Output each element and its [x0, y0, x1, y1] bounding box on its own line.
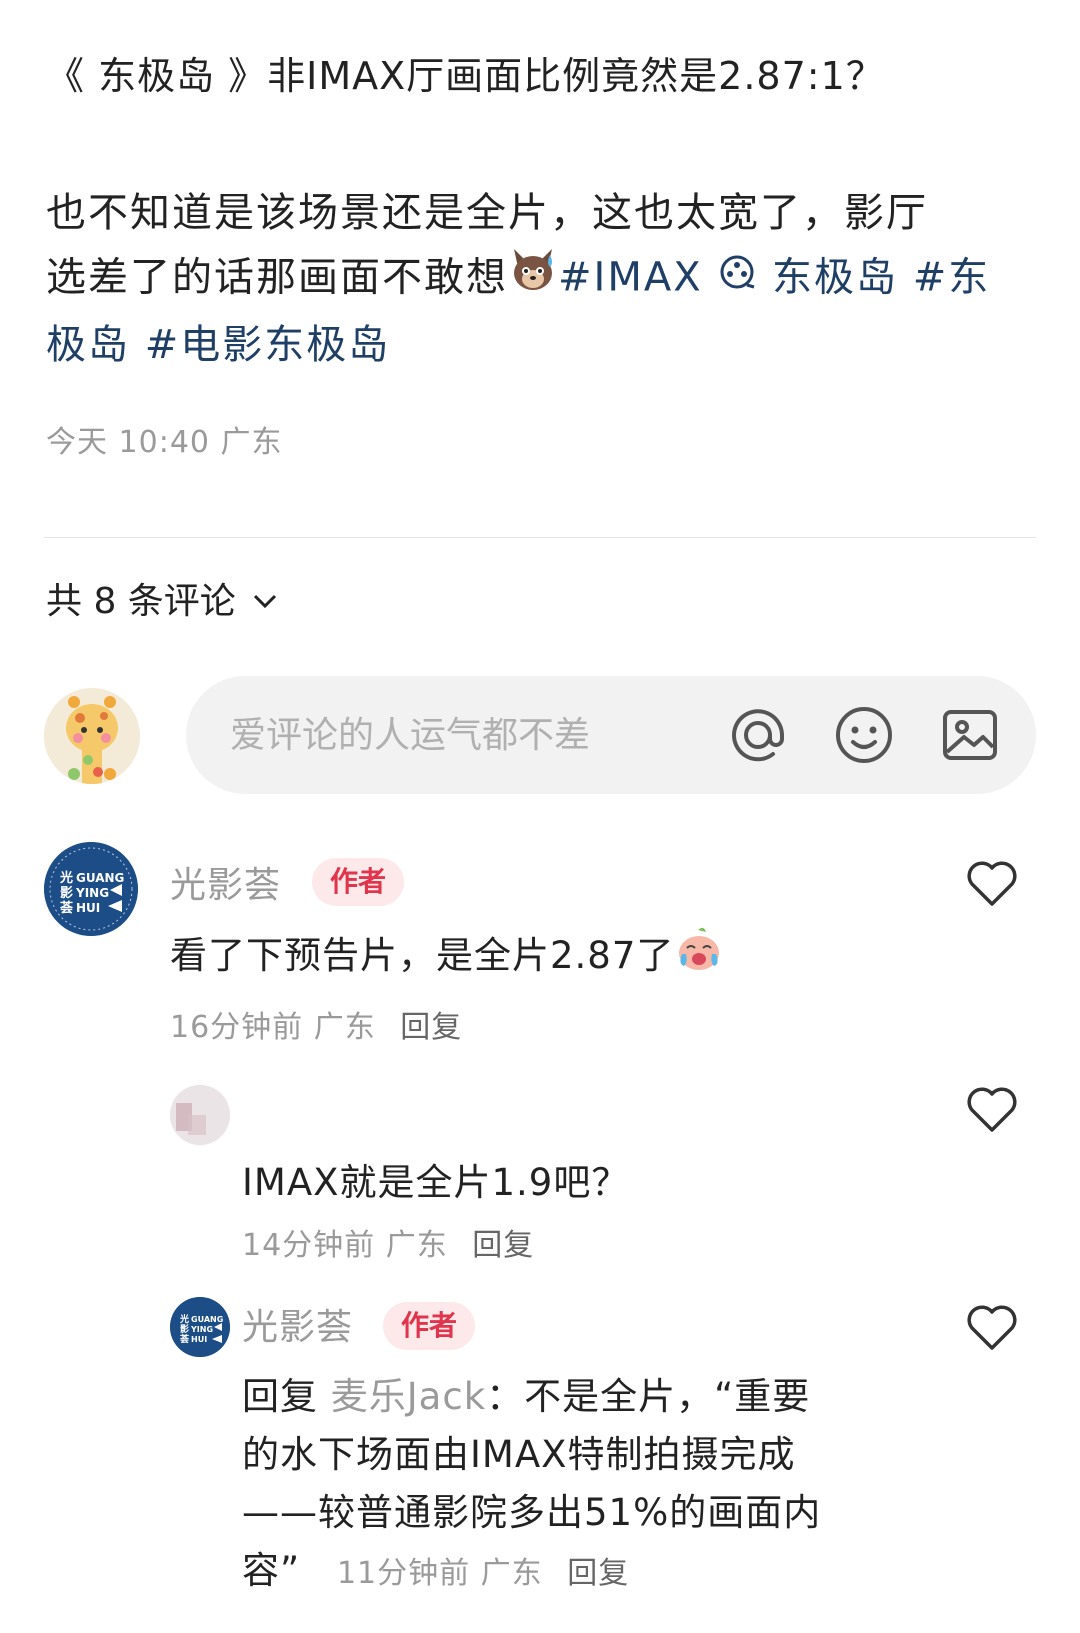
- hashtag-dongjidao-part1[interactable]: #东: [913, 255, 991, 301]
- emoji-icon[interactable]: [834, 705, 894, 765]
- author-badge: 作者: [383, 1302, 476, 1350]
- divider: [44, 537, 1036, 538]
- brand-avatar-cn-2: 影: [60, 885, 73, 901]
- author-reply-line3: ——较普通影院多出51%的画面内: [242, 1491, 822, 1534]
- reply-button[interactable]: 回复: [400, 1010, 462, 1045]
- reply-location: 广东: [385, 1228, 448, 1263]
- comment-text: 看了下预告片，是全片2.87了: [170, 924, 724, 991]
- post-body-text: 选差了的话那画面不敢想: [46, 254, 508, 301]
- author-reply-line1: 回复 麦乐Jack：不是全片，“重要: [242, 1368, 821, 1426]
- crying-laugh-emoji-icon: [674, 924, 724, 991]
- brand-avatar-cn-3: 荟: [59, 900, 74, 916]
- author-avatar-small[interactable]: 光 影 荟 GUANG YING HUI: [170, 1297, 230, 1357]
- reply-user-avatar[interactable]: [170, 1085, 230, 1145]
- author-reply-text: 回复 麦乐Jack：不是全片，“重要 的水下场面由IMAX特制拍摄完成 ——较普…: [242, 1368, 821, 1603]
- reply-line1-text: ：不是全片，“重要: [486, 1375, 811, 1418]
- reply-button[interactable]: 回复: [472, 1228, 534, 1263]
- comment-author-name[interactable]: 光影荟: [170, 856, 281, 908]
- brand-small-cn-2: 影: [180, 1324, 189, 1335]
- author-badge: 作者: [312, 858, 405, 906]
- like-heart-icon[interactable]: [965, 1084, 1019, 1134]
- like-heart-icon[interactable]: [965, 1302, 1019, 1352]
- brand-small-en-3: HUI: [191, 1335, 207, 1344]
- comment-input[interactable]: [230, 714, 710, 756]
- comment-meta: 16分钟前 广东 回复: [170, 1002, 462, 1046]
- post-title: 《 东极岛 》非IMAX厅画面比例竟然是2.87:1？: [46, 54, 885, 98]
- brand-small-cn-1: 光: [179, 1313, 189, 1325]
- author-reply-meta: 11分钟前 广东 回复: [337, 1556, 629, 1591]
- brand-small-cn-3: 荟: [179, 1333, 190, 1345]
- author-reply-line2: 的水下场面由IMAX特制拍摄完成: [242, 1433, 796, 1476]
- reply-text: IMAX就是全片1.9吧？: [242, 1161, 630, 1204]
- author-reply-line4: 容” 11分钟前 广东 回复: [242, 1542, 821, 1603]
- film-reel-icon: [717, 248, 757, 311]
- brand-avatar-en-3: HUI: [76, 901, 100, 915]
- chevron-down-icon: [252, 578, 278, 619]
- comment-input-box[interactable]: [186, 676, 1036, 794]
- post-body: 也不知道是该场景还是全片，这也太宽了，影厅 选差了的话那画面不敢想 #IMAX: [46, 182, 1006, 377]
- brand-small-en-1: GUANG: [191, 1315, 223, 1324]
- like-heart-icon[interactable]: [965, 858, 1019, 908]
- comment-text-body: 看了下预告片，是全片2.87了: [170, 934, 675, 977]
- hashtag-movie-dongjidao[interactable]: #电影东极岛: [145, 322, 391, 368]
- image-icon[interactable]: [940, 705, 1000, 765]
- post-meta: 今天 10:40 广东: [46, 425, 283, 460]
- reply-button[interactable]: 回复: [567, 1556, 629, 1591]
- post-body-line3: 极岛 #电影东极岛: [46, 314, 1006, 377]
- comment-count[interactable]: 共 8 条评论: [46, 572, 278, 624]
- post: 《 东极岛 》非IMAX厅画面比例竟然是2.87:1？ 也不知道是该场景还是全片…: [46, 40, 1006, 377]
- dog-sweat-emoji-icon: [508, 245, 558, 314]
- reply-to-user[interactable]: 麦乐Jack: [331, 1375, 486, 1418]
- reply-line4-text: 容”: [242, 1549, 301, 1592]
- input-icons: [728, 705, 1000, 765]
- reply-time: 14分钟前: [242, 1228, 376, 1263]
- author-reply-location: 广东: [480, 1556, 543, 1591]
- author-avatar[interactable]: 光 影 荟 GUANG YING HUI: [44, 842, 138, 936]
- hashtag-imax[interactable]: #IMAX: [558, 255, 703, 301]
- comment-location: 广东: [313, 1010, 376, 1045]
- author-reply-time: 11分钟前: [336, 1556, 471, 1591]
- comment-time: 16分钟前: [170, 1010, 304, 1045]
- brand-avatar-en-2: YING: [75, 886, 109, 900]
- comment-author-name[interactable]: 光影荟: [242, 1298, 353, 1350]
- reply-prefix: 回复: [242, 1375, 318, 1418]
- post-body-line2: 选差了的话那画面不敢想 #IMAX 东极岛 #东: [46, 245, 1006, 314]
- brand-avatar-cn-1: 光: [59, 870, 73, 886]
- mention-icon[interactable]: [728, 705, 788, 765]
- location-tag[interactable]: 东极岛: [772, 255, 898, 301]
- reply-meta: 14分钟前 广东 回复: [242, 1220, 534, 1264]
- brand-small-en-2: YING: [190, 1325, 213, 1334]
- user-avatar[interactable]: [44, 688, 140, 784]
- hashtag-dongjidao-part2[interactable]: 极岛: [46, 322, 130, 368]
- post-body-line1: 也不知道是该场景还是全片，这也太宽了，影厅: [46, 190, 928, 236]
- brand-avatar-en-1: GUANG: [76, 871, 124, 885]
- comment-count-label: 共 8 条评论: [46, 581, 236, 622]
